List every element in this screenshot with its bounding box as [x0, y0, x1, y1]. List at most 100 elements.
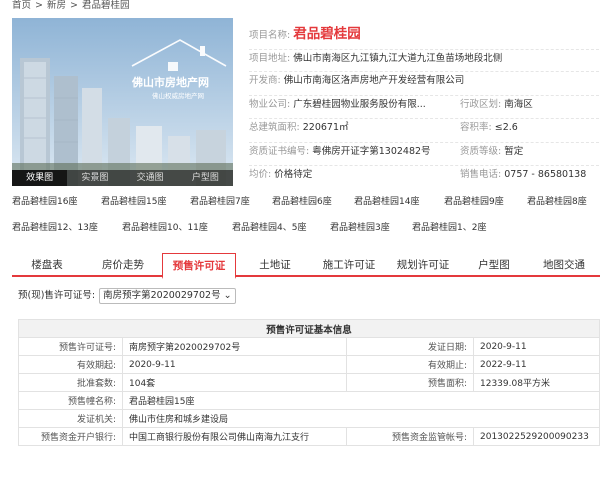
building-link[interactable]: 君品碧桂园15座	[101, 195, 166, 209]
breadcrumb-separator: >	[35, 0, 43, 11]
tab-floor-plan[interactable]: 户型图	[462, 253, 526, 277]
table-key: 有效期起:	[18, 355, 123, 374]
project-name-row: 项目名称: 君品碧桂园	[249, 25, 361, 43]
developer-label: 开发商:	[249, 75, 281, 86]
cert-value: 粤佛房开证字第1302482号	[312, 146, 431, 157]
table-value: 中国工商银行股份有限公司佛山南海九江支行	[122, 427, 347, 446]
table-key: 批准套数:	[18, 373, 123, 392]
table-row: 预售幢名称: 君品碧桂园15座	[18, 391, 600, 410]
grade-label: 资质等级:	[460, 146, 502, 157]
address-row: 项目地址: 佛山市南海区九江镇九江大道九江鱼苗场地段北侧	[249, 50, 502, 68]
tab-presale-permit[interactable]: 预售许可证	[162, 253, 236, 279]
table-value: 2022-9-11	[473, 355, 600, 374]
image-tab-realphoto[interactable]: 实景图	[67, 170, 122, 186]
table-value: 104套	[122, 373, 347, 392]
phone-value: 0757 - 86580138	[504, 169, 587, 180]
breadcrumb-separator: >	[70, 0, 78, 11]
building-link[interactable]: 君品碧桂园4、5座	[232, 221, 306, 235]
tab-land-cert[interactable]: 土地证	[238, 253, 312, 277]
table-key: 有效期止:	[346, 355, 474, 374]
breadcrumb: 首页 > 新房 > 君品碧桂园	[12, 0, 129, 12]
building-link[interactable]: 君品碧桂园9座	[444, 195, 504, 209]
building-link[interactable]: 君品碧桂园10、11座	[122, 221, 208, 235]
permit-select[interactable]: 南房预字第2020029702号 ⌄	[99, 288, 236, 304]
project-name: 君品碧桂园	[293, 26, 361, 42]
price-label: 均价:	[249, 169, 272, 180]
ratio-label: 容积率:	[460, 122, 492, 133]
ratio-value: ≤2.6	[494, 122, 518, 133]
area-label: 总建筑面积:	[249, 122, 300, 133]
image-tab-traffic[interactable]: 交通图	[123, 170, 178, 186]
table-value: 佛山市住房和城乡建设局	[122, 409, 600, 428]
price-row: 均价: 价格待定	[249, 166, 312, 184]
project-image[interactable]: 佛山市房地产网 佛山权威房地产网 效果图 实景图 交通图 户型图	[12, 18, 233, 186]
table-key: 发证机关:	[18, 409, 123, 428]
area-row: 总建筑面积: 220671㎡	[249, 119, 349, 137]
table-value: 南房预字第2020029702号	[122, 337, 347, 356]
table-key: 发证日期:	[346, 337, 474, 356]
table-title: 预售许可证基本信息	[18, 319, 600, 338]
image-tab-rendering[interactable]: 效果图	[12, 170, 68, 186]
permit-select-value: 南房预字第2020029702号	[103, 290, 221, 301]
chevron-down-icon: ⌄	[223, 290, 232, 301]
table-value: 2020-9-11	[122, 355, 347, 374]
tab-construction-permit[interactable]: 施工许可证	[314, 253, 384, 277]
table-row: 预售资金开户银行: 中国工商银行股份有限公司佛山南海九江支行 预售资金监管帐号:…	[18, 427, 600, 446]
property-label: 物业公司:	[249, 99, 291, 110]
cert-row: 资质证书编号: 粤佛房开证字第1302482号	[249, 143, 431, 161]
permit-select-label: 预(现)售许可证号:	[18, 290, 96, 301]
table-key: 预售资金监管帐号:	[346, 427, 474, 446]
detail-tabs: 楼盘表 房价走势 预售许可证 土地证 施工许可证 规划许可证 户型图 地图交通	[12, 253, 600, 279]
table-row: 有效期起: 2020-9-11 有效期止: 2022-9-11	[18, 355, 600, 374]
building-link[interactable]: 君品碧桂园16座	[12, 195, 77, 209]
developer-row: 开发商: 佛山市南海区洛声房地产开发经营有限公司	[249, 72, 464, 90]
building-link[interactable]: 君品碧桂园3座	[330, 221, 390, 235]
price-value: 价格待定	[274, 169, 313, 180]
breadcrumb-current: 君品碧桂园	[81, 0, 130, 11]
phone-label: 销售电话:	[460, 169, 502, 180]
tab-building-table[interactable]: 楼盘表	[12, 253, 82, 277]
area-value: 220671㎡	[302, 122, 349, 133]
property-row: 物业公司: 广东碧桂园物业服务股份有限...	[249, 96, 426, 114]
project-name-label: 项目名称:	[249, 30, 291, 41]
breadcrumb-home-link[interactable]: 首页	[12, 0, 31, 11]
grade-row: 资质等级: 暂定	[460, 143, 523, 161]
property-value: 广东碧桂园物业服务股份有限...	[293, 99, 426, 110]
address-label: 项目地址:	[249, 53, 291, 64]
building-link[interactable]: 君品碧桂园6座	[272, 195, 332, 209]
building-link[interactable]: 君品碧桂园12、13座	[12, 221, 98, 235]
developer-value: 佛山市南海区洛声房地产开发经营有限公司	[283, 75, 465, 86]
ratio-row: 容积率: ≤2.6	[460, 119, 518, 137]
address-value: 佛山市南海区九江镇九江大道九江鱼苗场地段北侧	[293, 53, 503, 64]
grade-value: 暂定	[504, 146, 524, 157]
building-link[interactable]: 君品碧桂园7座	[190, 195, 250, 209]
table-row: 发证机关: 佛山市住房和城乡建设局	[18, 409, 600, 428]
table-key: 预售资金开户银行:	[18, 427, 123, 446]
district-row: 行政区划: 南海区	[460, 96, 533, 114]
phone-row: 销售电话: 0757 - 86580138	[460, 166, 586, 184]
table-row: 预售许可证号: 南房预字第2020029702号 发证日期: 2020-9-11	[18, 337, 600, 356]
image-tab-floorplan[interactable]: 户型图	[178, 170, 233, 186]
district-value: 南海区	[504, 99, 533, 110]
table-row: 批准套数: 104套 预售面积: 12339.08平方米	[18, 373, 600, 392]
cert-label: 资质证书编号:	[249, 146, 310, 157]
building-link[interactable]: 君品碧桂园1、2座	[412, 221, 486, 235]
table-value: 2020-9-11	[473, 337, 600, 356]
building-link[interactable]: 君品碧桂园14座	[354, 195, 419, 209]
permit-selector: 预(现)售许可证号: 南房预字第2020029702号 ⌄	[18, 288, 236, 304]
tab-price-trend[interactable]: 房价走势	[86, 253, 160, 277]
table-key: 预售面积:	[346, 373, 474, 392]
watermark-subtext: 佛山权威房地产网	[152, 91, 204, 100]
tab-planning-permit[interactable]: 规划许可证	[386, 253, 460, 277]
table-key: 预售幢名称:	[18, 391, 123, 410]
permit-info-table: 预售许可证基本信息 预售许可证号: 南房预字第2020029702号 发证日期:…	[18, 319, 600, 446]
table-value: 2013022529200090233	[473, 427, 600, 446]
image-category-tabs: 效果图 实景图 交通图 户型图	[12, 170, 233, 186]
project-rendering-image: 佛山市房地产网 佛山权威房地产网	[12, 18, 233, 186]
table-value: 12339.08平方米	[473, 373, 600, 392]
table-key: 预售许可证号:	[18, 337, 123, 356]
tab-map-traffic[interactable]: 地图交通	[528, 253, 600, 277]
building-link[interactable]: 君品碧桂园8座	[527, 195, 587, 209]
watermark-text: 佛山市房地产网	[131, 75, 209, 89]
breadcrumb-newhouse-link[interactable]: 新房	[47, 0, 66, 11]
